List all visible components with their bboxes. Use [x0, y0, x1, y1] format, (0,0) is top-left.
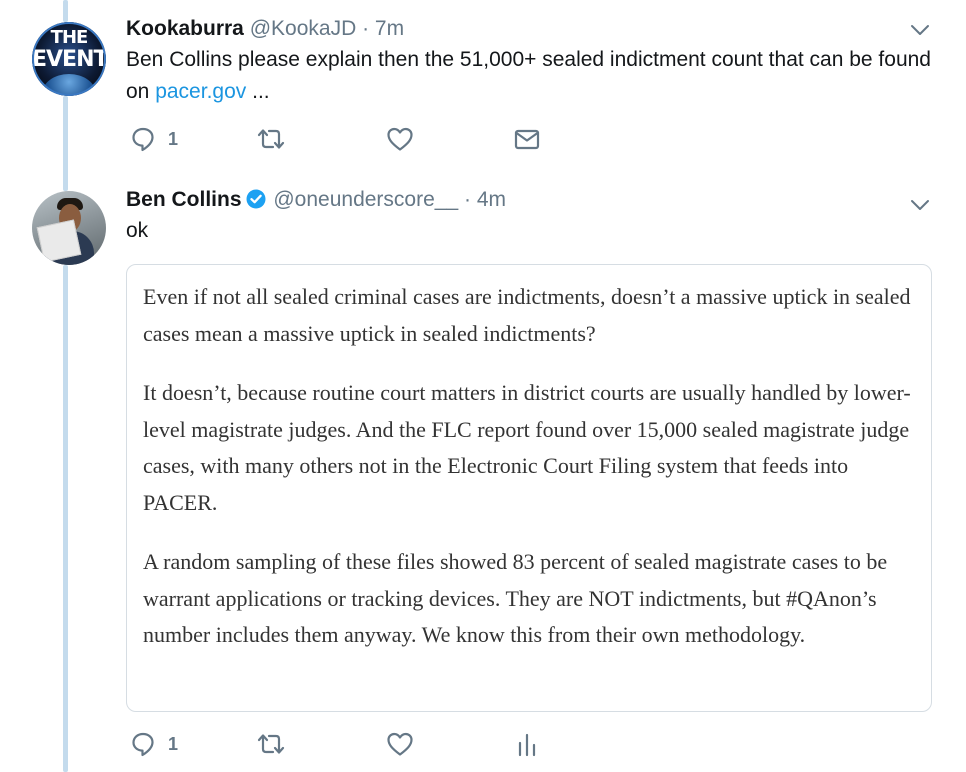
- verified-badge-icon: [246, 189, 266, 209]
- retweet-icon: [257, 129, 285, 149]
- reply-count: 1: [168, 128, 179, 149]
- analytics-button[interactable]: [515, 731, 539, 757]
- tweet-timestamp[interactable]: 4m: [477, 188, 506, 211]
- reply-button[interactable]: 1: [130, 126, 178, 152]
- like-button[interactable]: [386, 731, 414, 757]
- like-icon: [387, 732, 413, 756]
- like-button[interactable]: [386, 126, 414, 152]
- retweet-icon: [257, 734, 285, 754]
- display-name[interactable]: Ben Collins: [126, 188, 242, 211]
- reply-icon: [132, 732, 154, 757]
- retweet-button[interactable]: [256, 126, 286, 152]
- reply-button[interactable]: 1: [130, 731, 178, 757]
- avatar-paper: [36, 219, 82, 263]
- analytics-icon: [518, 733, 536, 757]
- pacer-link[interactable]: pacer.gov: [155, 80, 246, 103]
- quote-paragraph: A random sampling of these files showed …: [143, 549, 888, 647]
- avatar-kookaburra[interactable]: THE EVENT: [32, 22, 106, 96]
- thread-line-bottom: [63, 265, 68, 772]
- direct-message-button[interactable]: [513, 126, 541, 152]
- tweet-text-ellipsis: ...: [246, 80, 270, 103]
- chevron-down-icon[interactable]: [908, 18, 932, 42]
- avatar-ring: [32, 22, 106, 96]
- reply-count: 1: [168, 733, 179, 754]
- user-handle[interactable]: @oneunderscore__: [273, 188, 458, 211]
- user-handle[interactable]: @KookaJD: [250, 17, 357, 40]
- retweet-button[interactable]: [256, 731, 286, 757]
- thread-line-top: [63, 0, 68, 22]
- tweet-header: Kookaburra @KookaJD · 7m: [126, 16, 936, 42]
- tweet-actions: 1: [126, 126, 926, 154]
- header-separator: ·: [362, 17, 370, 40]
- tweet-actions: 1: [126, 731, 926, 759]
- chevron-down-icon[interactable]: [908, 193, 932, 217]
- header-separator: ·: [463, 188, 471, 211]
- tweet-kookaburra: Kookaburra @KookaJD · 7m Ben Collins ple…: [126, 16, 936, 152]
- tweet-text: ok: [126, 219, 149, 242]
- like-icon: [387, 127, 413, 151]
- avatar-ben-collins[interactable]: [32, 191, 106, 265]
- tweet-ben-collins: Ben Collins @oneunderscore__ · 4m ok: [126, 187, 936, 247]
- quote-paragraph: Even if not all sealed criminal cases ar…: [143, 284, 911, 346]
- tweet-text: Ben Collins please explain then the 51,0…: [126, 44, 936, 108]
- reply-icon: [132, 127, 154, 152]
- tweet-header: Ben Collins @oneunderscore__ · 4m: [126, 187, 936, 213]
- display-name[interactable]: Kookaburra: [126, 17, 244, 40]
- direct-message-icon: [514, 129, 540, 150]
- quote-paragraph: It doesn’t, because routine court matter…: [143, 380, 911, 515]
- thread-line-middle: [63, 96, 68, 191]
- tweet-timestamp[interactable]: 7m: [375, 17, 404, 40]
- quoted-text-card[interactable]: Even if not all sealed criminal cases ar…: [126, 264, 932, 712]
